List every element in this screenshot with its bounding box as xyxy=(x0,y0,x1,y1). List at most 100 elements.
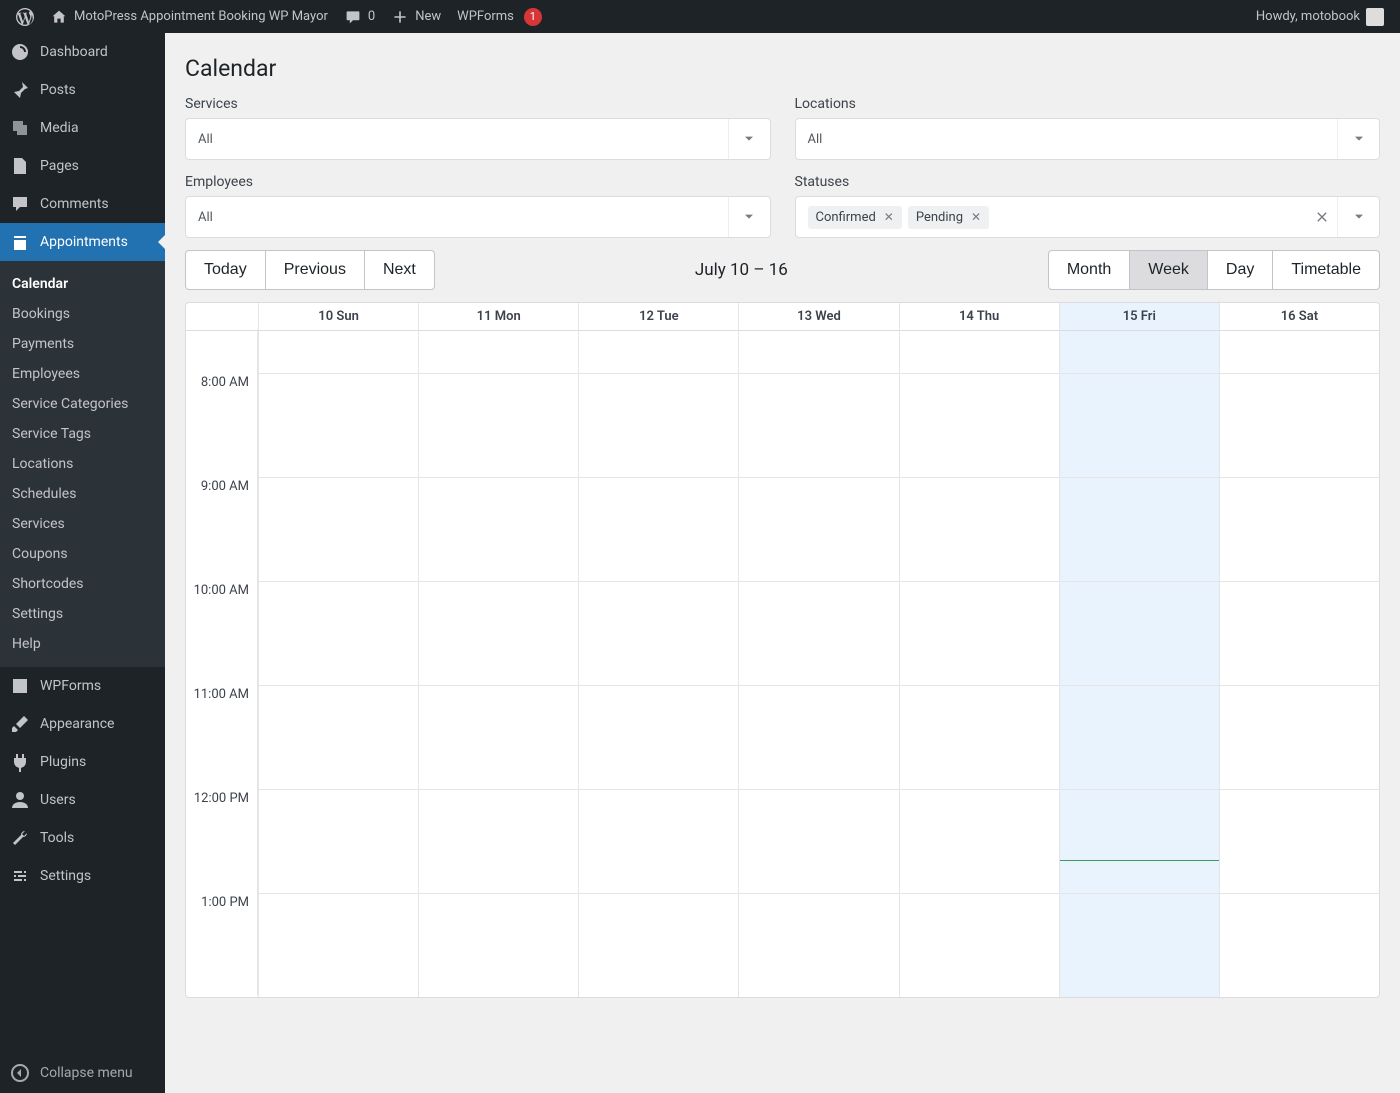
collapse-menu[interactable]: Collapse menu xyxy=(0,1053,165,1093)
sub-item-locations[interactable]: Locations xyxy=(0,449,165,479)
time-slot[interactable] xyxy=(1219,373,1379,477)
time-slot[interactable] xyxy=(418,477,578,581)
time-slot[interactable] xyxy=(738,893,898,997)
time-slot[interactable] xyxy=(1219,893,1379,997)
today-button[interactable]: Today xyxy=(185,250,266,290)
sidebar-item-plugins[interactable]: Plugins xyxy=(0,743,165,781)
time-slot[interactable] xyxy=(418,789,578,893)
sub-item-settings[interactable]: Settings xyxy=(0,599,165,629)
account-link[interactable]: Howdy, motobook xyxy=(1248,0,1392,33)
time-slot[interactable] xyxy=(418,581,578,685)
time-slot[interactable] xyxy=(1059,373,1219,477)
sub-item-bookings[interactable]: Bookings xyxy=(0,299,165,329)
sub-item-schedules[interactable]: Schedules xyxy=(0,479,165,509)
wp-logo[interactable] xyxy=(8,0,42,33)
time-slot[interactable] xyxy=(738,685,898,789)
time-slot[interactable] xyxy=(578,581,738,685)
tag-remove-icon[interactable]: ✕ xyxy=(971,210,981,224)
time-slot[interactable] xyxy=(578,373,738,477)
time-slot[interactable] xyxy=(1059,581,1219,685)
sidebar-item-wpforms[interactable]: WPForms xyxy=(0,667,165,705)
time-slot[interactable] xyxy=(578,477,738,581)
time-slot[interactable] xyxy=(899,893,1059,997)
tag-remove-icon[interactable]: ✕ xyxy=(884,210,894,224)
timetable-view-button[interactable]: Timetable xyxy=(1273,250,1380,290)
clear-all-icon[interactable] xyxy=(1307,210,1337,224)
sub-item-payments[interactable]: Payments xyxy=(0,329,165,359)
sub-item-employees[interactable]: Employees xyxy=(0,359,165,389)
sidebar-item-users[interactable]: Users xyxy=(0,781,165,819)
time-slot[interactable] xyxy=(258,477,418,581)
time-slot[interactable] xyxy=(738,789,898,893)
day-header: 13 Wed xyxy=(738,303,898,330)
sidebar-item-dashboard[interactable]: Dashboard xyxy=(0,33,165,71)
sub-item-service-tags[interactable]: Service Tags xyxy=(0,419,165,449)
month-view-button[interactable]: Month xyxy=(1048,250,1130,290)
time-slot[interactable] xyxy=(258,893,418,997)
locations-select[interactable]: All xyxy=(795,118,1381,160)
allday-slot[interactable] xyxy=(1219,331,1379,373)
employees-select[interactable]: All xyxy=(185,196,771,238)
time-slot[interactable] xyxy=(1059,893,1219,997)
time-slot[interactable] xyxy=(738,581,898,685)
time-slot[interactable] xyxy=(418,685,578,789)
sub-item-coupons[interactable]: Coupons xyxy=(0,539,165,569)
time-slot[interactable] xyxy=(258,373,418,477)
time-slot[interactable] xyxy=(578,789,738,893)
time-slot[interactable] xyxy=(1219,477,1379,581)
site-link[interactable]: MotoPress Appointment Booking WP Mayor xyxy=(42,0,336,33)
time-slot[interactable] xyxy=(899,789,1059,893)
allday-slot[interactable] xyxy=(1059,331,1219,373)
wpforms-link[interactable]: WPForms 1 xyxy=(449,0,550,33)
sub-item-calendar[interactable]: Calendar xyxy=(0,269,165,299)
page-icon xyxy=(10,156,30,176)
sub-item-services[interactable]: Services xyxy=(0,509,165,539)
time-slot[interactable] xyxy=(738,477,898,581)
sidebar-item-appointments[interactable]: Appointments xyxy=(0,223,165,261)
time-slot[interactable] xyxy=(899,581,1059,685)
statuses-select[interactable]: Confirmed✕ Pending✕ xyxy=(795,196,1381,238)
day-view-button[interactable]: Day xyxy=(1208,250,1273,290)
allday-slot[interactable] xyxy=(738,331,898,373)
week-view-button[interactable]: Week xyxy=(1130,250,1208,290)
day-header: 14 Thu xyxy=(899,303,1059,330)
time-slot[interactable] xyxy=(1219,685,1379,789)
sidebar-item-comments[interactable]: Comments xyxy=(0,185,165,223)
services-select[interactable]: All xyxy=(185,118,771,160)
allday-slot[interactable] xyxy=(899,331,1059,373)
sidebar-item-label: Users xyxy=(40,792,76,808)
time-slot[interactable] xyxy=(1059,789,1219,893)
time-slot[interactable] xyxy=(258,789,418,893)
time-slot[interactable] xyxy=(578,893,738,997)
sidebar-item-appearance[interactable]: Appearance xyxy=(0,705,165,743)
time-slot[interactable] xyxy=(899,477,1059,581)
time-slot[interactable] xyxy=(899,373,1059,477)
time-slot[interactable] xyxy=(418,893,578,997)
sub-item-help[interactable]: Help xyxy=(0,629,165,659)
time-slot[interactable] xyxy=(738,373,898,477)
time-slot[interactable] xyxy=(1059,685,1219,789)
sub-item-shortcodes[interactable]: Shortcodes xyxy=(0,569,165,599)
time-slot[interactable] xyxy=(899,685,1059,789)
sidebar-item-pages[interactable]: Pages xyxy=(0,147,165,185)
next-button[interactable]: Next xyxy=(365,250,435,290)
allday-slot[interactable] xyxy=(258,331,418,373)
time-slot[interactable] xyxy=(578,685,738,789)
sidebar-item-media[interactable]: Media xyxy=(0,109,165,147)
time-slot[interactable] xyxy=(1219,581,1379,685)
allday-slot[interactable] xyxy=(578,331,738,373)
comments-link[interactable]: 0 xyxy=(336,0,383,33)
new-link[interactable]: New xyxy=(383,0,449,33)
sidebar-item-settings[interactable]: Settings xyxy=(0,857,165,895)
sidebar-item-tools[interactable]: Tools xyxy=(0,819,165,857)
sidebar-item-posts[interactable]: Posts xyxy=(0,71,165,109)
time-slot[interactable] xyxy=(258,581,418,685)
sub-item-service-categories[interactable]: Service Categories xyxy=(0,389,165,419)
time-slot[interactable] xyxy=(1059,477,1219,581)
submenu-appointments: Calendar Bookings Payments Employees Ser… xyxy=(0,261,165,667)
time-slot[interactable] xyxy=(1219,789,1379,893)
allday-slot[interactable] xyxy=(418,331,578,373)
time-slot[interactable] xyxy=(418,373,578,477)
time-slot[interactable] xyxy=(258,685,418,789)
previous-button[interactable]: Previous xyxy=(266,250,365,290)
